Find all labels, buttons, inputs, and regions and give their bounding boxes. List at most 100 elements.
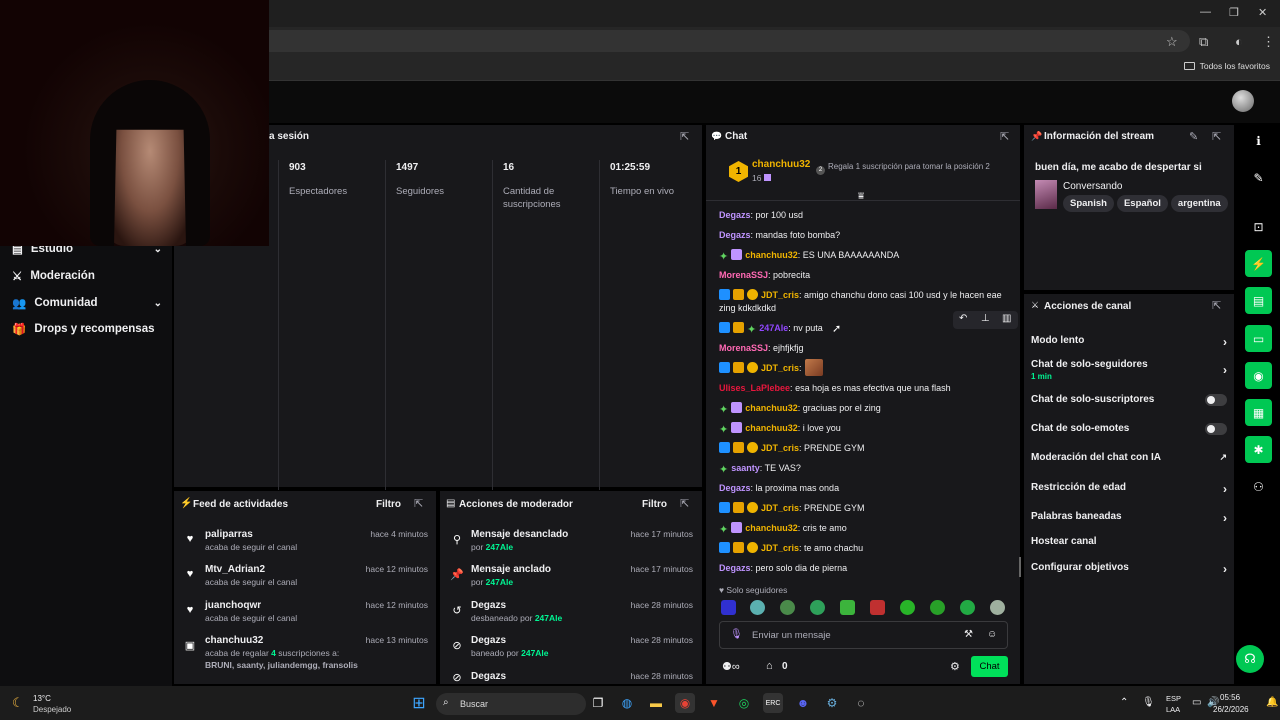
emote-button[interactable]: [870, 600, 885, 615]
store-icon[interactable]: ⌂: [766, 660, 773, 672]
setting-followers-only[interactable]: Chat de solo-seguidores 1 min ›: [1031, 359, 1227, 381]
minimize-icon[interactable]: —: [1200, 6, 1211, 18]
chat-username[interactable]: chanchuu32: [745, 403, 798, 413]
chat-message[interactable]: Degazs: pero solo dia de pierna: [719, 562, 1011, 575]
tag[interactable]: Español: [1116, 195, 1168, 212]
clock-date[interactable]: 26/2/2026: [1213, 705, 1249, 714]
chat-message[interactable]: JDT_cris: te amo chachu: [719, 542, 1011, 555]
pin-icon[interactable]: ⊥: [981, 313, 990, 324]
popout-icon[interactable]: ⇱: [680, 130, 689, 143]
chat-username[interactable]: JDT_cris: [761, 363, 799, 373]
taskbar-search[interactable]: [436, 693, 586, 715]
chat-username[interactable]: saanty: [731, 463, 760, 473]
chat-username[interactable]: 247Ale: [759, 323, 788, 333]
obs-icon[interactable]: ◌: [851, 693, 871, 713]
info-icon[interactable]: ℹ: [1245, 127, 1272, 154]
ai-icon[interactable]: ⚒: [964, 629, 973, 640]
popout-icon[interactable]: ⇱: [1212, 299, 1221, 312]
viewers-icon[interactable]: ⚉∞: [722, 660, 740, 673]
setting-age-restriction[interactable]: Restricción de edad ›: [1031, 482, 1227, 496]
chat-message[interactable]: ✦ chanchuu32: ES UNA BAAAAAANDA: [719, 249, 1011, 263]
popout-icon[interactable]: ⇱: [680, 497, 689, 510]
users-icon[interactable]: ⚇: [1245, 473, 1272, 500]
microphone-icon[interactable]: 🎙: [1142, 697, 1155, 708]
emote-button[interactable]: [780, 600, 795, 615]
language-top[interactable]: ESP: [1166, 694, 1181, 703]
toggle-switch[interactable]: [1205, 394, 1227, 406]
layout-icon[interactable]: ▦: [1245, 399, 1272, 426]
mod-actions-filter-button[interactable]: Filtro: [642, 499, 667, 510]
popout-icon[interactable]: ⇱: [414, 497, 423, 510]
emote-button[interactable]: [810, 600, 825, 615]
emote-button[interactable]: [750, 600, 765, 615]
edge-icon[interactable]: ◍: [617, 693, 637, 713]
chat-username[interactable]: JDT_cris: [761, 443, 799, 453]
chat-message[interactable]: Degazs: mandas foto bomba?: [719, 229, 1011, 242]
gear-icon[interactable]: ⚙: [950, 660, 960, 673]
emote-button[interactable]: [930, 600, 945, 615]
extensions-icon[interactable]: ⧉: [1199, 34, 1208, 50]
gift-leader-cta[interactable]: Regala 1 suscripción para tomar la posic…: [828, 162, 1008, 172]
chat-username[interactable]: Degazs: [719, 563, 751, 573]
steam-icon[interactable]: ⚙: [822, 693, 842, 713]
chat-username[interactable]: chanchuu32: [745, 250, 798, 260]
setting-ai-moderation[interactable]: Moderación del chat con IA ↗: [1031, 452, 1227, 463]
chat-username[interactable]: Ulises_LaPlebee: [719, 383, 790, 393]
chat-message[interactable]: Degazs: la proxima mas onda: [719, 482, 1011, 495]
setting-emotes-only[interactable]: Chat de solo-emotes: [1031, 423, 1227, 435]
menu-icon[interactable]: ⋮: [1262, 34, 1275, 50]
chat-username[interactable]: chanchuu32: [745, 423, 798, 433]
undo-icon[interactable]: ↶: [959, 313, 967, 324]
popout-icon[interactable]: ⇱: [1212, 130, 1221, 143]
edit-icon[interactable]: ✎: [1245, 164, 1272, 191]
setting-slow-mode[interactable]: Modo lento ›: [1031, 335, 1227, 349]
chat-message[interactable]: Degazs: por 100 usd: [719, 209, 1011, 222]
emote-button[interactable]: [840, 600, 855, 615]
chrome-icon[interactable]: ◉: [675, 693, 695, 713]
network-icon[interactable]: ▭: [1192, 697, 1201, 708]
chat-message[interactable]: JDT_cris: PRENDE GYM: [719, 502, 1011, 515]
screenshot-icon[interactable]: ⊡: [1245, 213, 1272, 240]
chat-username[interactable]: chanchuu32: [745, 523, 798, 533]
maximize-icon[interactable]: ❐: [1229, 6, 1239, 19]
chat-message[interactable]: Ulises_LaPlebee: esa hoja es mas efectiv…: [719, 382, 1011, 395]
chat-username[interactable]: Degazs: [719, 483, 751, 493]
broadcast-icon[interactable]: ◉: [1245, 362, 1272, 389]
spotify-icon[interactable]: ◎: [734, 693, 754, 713]
chat-message[interactable]: ✦ chanchuu32: cris te amo: [719, 522, 1011, 536]
emote-button[interactable]: [721, 600, 736, 615]
folder-icon[interactable]: ▬: [646, 693, 666, 713]
notification-icon[interactable]: 🔔: [1266, 697, 1278, 708]
sidebar-item-drops[interactable]: 🎁 Drops y recompensas: [12, 322, 162, 336]
chat-send-button[interactable]: Chat: [971, 656, 1008, 677]
avatar[interactable]: [1232, 90, 1254, 112]
chat-username[interactable]: Degazs: [719, 210, 751, 220]
discord-icon[interactable]: ☻: [793, 693, 813, 713]
setting-subs-only[interactable]: Chat de solo-suscriptores: [1031, 394, 1227, 406]
popout-icon[interactable]: ⇱: [1000, 130, 1009, 143]
chat-message[interactable]: JDT_cris: PRENDE GYM: [719, 442, 1011, 455]
chevron-up-icon[interactable]: ⌃: [1120, 697, 1128, 708]
setting-banned-words[interactable]: Palabras baneadas ›: [1031, 511, 1227, 525]
address-bar[interactable]: [160, 30, 1190, 52]
tag[interactable]: argentina: [1170, 195, 1228, 212]
chat-bubble-icon[interactable]: ▭: [1245, 325, 1272, 352]
sidebar-item-moderacion[interactable]: ⚔ Moderación: [12, 269, 162, 283]
chat-message[interactable]: MorenaSSJ: ejhfjkfjg: [719, 342, 1011, 355]
setting-goals[interactable]: Configurar objetivos ›: [1031, 562, 1227, 576]
setting-host-channel[interactable]: Hostear canal: [1031, 536, 1227, 547]
trash-icon[interactable]: ▥: [1002, 313, 1011, 324]
chat-message[interactable]: ✦ chanchuu32: graciuas por el zing: [719, 402, 1011, 416]
brave-icon[interactable]: ▼: [704, 693, 724, 713]
lightning-icon[interactable]: ⚡: [1245, 250, 1272, 277]
gift-leader-name[interactable]: chanchuu32: [752, 159, 810, 170]
chat-message[interactable]: ✦ chanchuu32: i love you: [719, 422, 1011, 436]
all-bookmarks[interactable]: Todos los favoritos: [1183, 61, 1270, 71]
microphone-icon[interactable]: 🎙: [730, 629, 743, 640]
chat-username[interactable]: Degazs: [719, 230, 751, 240]
clock-time[interactable]: 05:56: [1220, 693, 1240, 702]
chat-message[interactable]: MorenaSSJ: pobrecita: [719, 269, 1011, 282]
chat-message[interactable]: ✦ saanty: TE VAS?: [719, 462, 1011, 476]
support-button[interactable]: ☊: [1236, 645, 1264, 673]
activity-filter-button[interactable]: Filtro: [376, 499, 401, 510]
